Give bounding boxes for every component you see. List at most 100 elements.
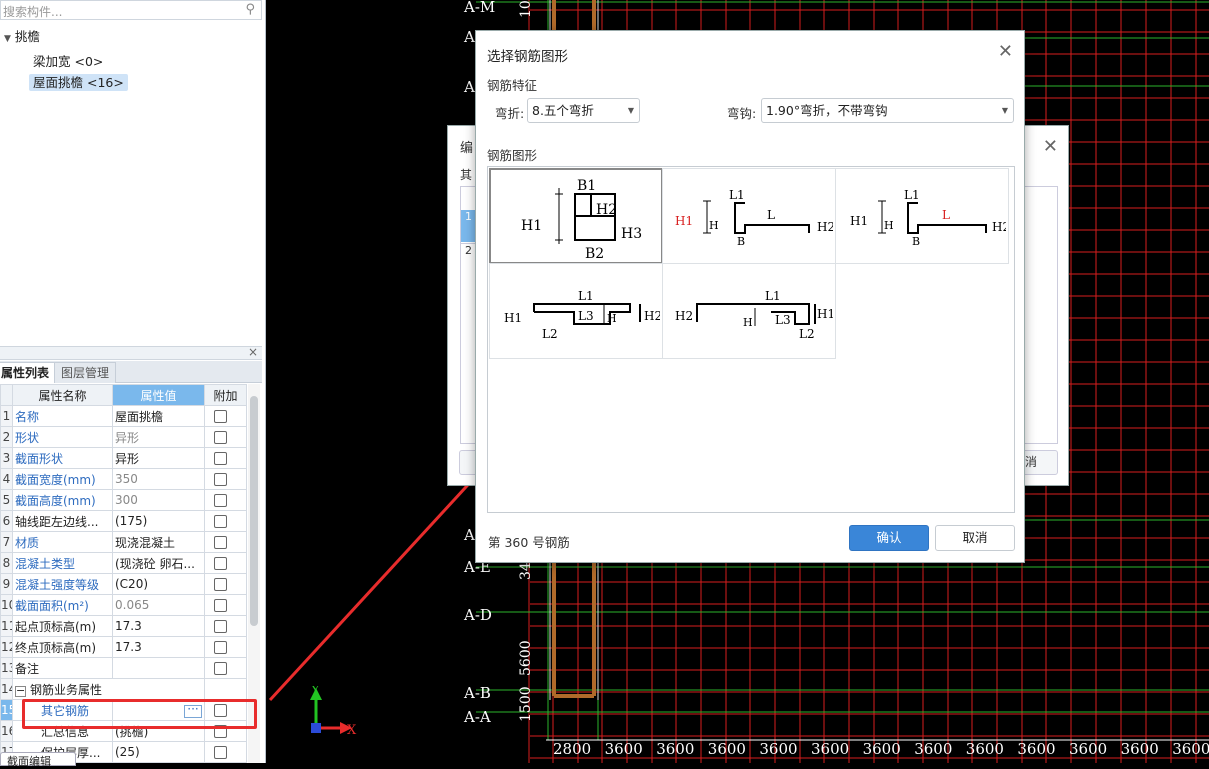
row-num: 7 xyxy=(0,531,13,553)
prop-value[interactable]: 300 xyxy=(112,489,205,511)
bend-select[interactable]: 8.五个弯折 ▼ xyxy=(527,98,640,123)
table-row[interactable]: 14−钢筋业务属性 xyxy=(0,678,247,700)
checkbox[interactable] xyxy=(214,662,227,675)
column-dimension: 3600 xyxy=(708,740,746,758)
prop-value[interactable]: 异形 xyxy=(112,447,205,469)
bend-label: 弯折: xyxy=(495,106,525,121)
table-row[interactable]: 7 材质 现浇混凝土 xyxy=(0,531,247,553)
checkbox[interactable] xyxy=(214,536,227,549)
checkbox[interactable] xyxy=(214,599,227,612)
prop-value[interactable]: 0.065 xyxy=(112,594,205,616)
prop-value[interactable]: 17.3 xyxy=(112,636,205,658)
shape-diagram-1: H1 B1 H2 H3 B2 xyxy=(521,178,642,262)
shape-label: L2 xyxy=(542,327,558,341)
cancel-button[interactable]: 取消 xyxy=(935,525,1015,551)
table-row[interactable]: 8 混凝土类型 (现浇砼 卵石... xyxy=(0,552,247,574)
shape-label: L3 xyxy=(578,309,594,323)
row-num: 16 xyxy=(0,720,13,742)
checkbox[interactable] xyxy=(214,620,227,633)
table-row[interactable]: 13备注 xyxy=(0,657,247,679)
table-row[interactable]: 6 轴线距左边线... (175) xyxy=(0,510,247,532)
checkbox[interactable] xyxy=(214,515,227,528)
prop-value[interactable]: (C20) xyxy=(112,573,205,595)
tab-property-list[interactable]: 属性列表 xyxy=(0,362,57,383)
table-row[interactable]: 2 形状 异形 xyxy=(0,426,247,448)
checkbox[interactable] xyxy=(214,410,227,423)
shape-cell-5[interactable]: H2 L1 H L3 H1 L2 xyxy=(662,263,836,359)
table-row[interactable]: 9 混凝土强度等级 (C20) xyxy=(0,573,247,595)
bg-row-1[interactable]: 1 xyxy=(461,210,475,242)
bottom-tab[interactable]: 截面编辑 xyxy=(0,752,76,768)
prop-value[interactable]: (现浇砼 卵石... xyxy=(112,552,205,574)
prop-value[interactable]: 350 xyxy=(112,468,205,490)
scrollbar-thumb[interactable] xyxy=(250,396,258,626)
shape-cell-3[interactable]: H1 H L1 L B H2 xyxy=(835,168,1010,264)
tree-group-eaves[interactable]: ▼ 挑檐 xyxy=(4,26,40,45)
shape-diagram-5: H2 L1 H L3 H1 L2 xyxy=(675,289,835,341)
prop-value[interactable]: 屋面挑檐 xyxy=(112,405,205,427)
extra-cell xyxy=(204,615,247,637)
prop-value[interactable]: 现浇混凝土 xyxy=(112,531,205,553)
checkbox[interactable] xyxy=(214,557,227,570)
table-row[interactable]: 3 截面形状 异形 xyxy=(0,447,247,469)
prop-name: 终点顶标高(m) xyxy=(12,636,113,658)
row-num: 4 xyxy=(0,468,13,490)
panel-splitter[interactable]: × xyxy=(0,345,262,360)
shape-label: L1 xyxy=(765,289,781,303)
column-dimension: 2800 xyxy=(553,740,591,758)
hook-select[interactable]: 1.90°弯折，不带弯钩 ▼ xyxy=(761,98,1014,123)
shape-label: H1 xyxy=(504,311,522,325)
shape-cell-4[interactable]: H1 L1 L3 H L2 H2 xyxy=(489,263,663,359)
column-dimension: 3600 xyxy=(966,740,1004,758)
row-num: 2 xyxy=(0,426,13,448)
table-row[interactable]: 12终点顶标高(m)17.3 xyxy=(0,636,247,658)
prop-value[interactable]: 17.3 xyxy=(112,615,205,637)
shape-cell-2[interactable]: H1 H L1 L B H2 xyxy=(662,168,836,264)
search-box[interactable]: 搜索构件... ⚲ xyxy=(0,0,262,20)
bg-row-2[interactable]: 2 xyxy=(461,243,475,265)
checkbox[interactable] xyxy=(214,746,227,759)
checkbox[interactable] xyxy=(214,578,227,591)
prop-name: 截面面积(m²) xyxy=(12,594,113,616)
bg-dialog-title: 编 xyxy=(460,141,474,156)
shape-diagram-4: H1 L1 L3 H L2 H2 xyxy=(504,289,662,341)
table-row[interactable]: 1 名称 屋面挑檐 xyxy=(0,405,247,427)
shape-label: H1 xyxy=(817,307,833,321)
checkbox[interactable] xyxy=(214,494,227,507)
collapse-icon[interactable]: − xyxy=(15,685,26,697)
close-icon[interactable]: × xyxy=(248,345,258,359)
checkbox[interactable] xyxy=(214,452,227,465)
prop-value[interactable] xyxy=(112,657,205,679)
checkbox[interactable] xyxy=(214,641,227,654)
prop-value[interactable]: (25) xyxy=(112,741,205,763)
tree-item-roof-eaves[interactable]: 屋面挑檐 <16> xyxy=(29,72,128,91)
prop-value[interactable]: 异形 xyxy=(112,426,205,448)
shape-label: L1 xyxy=(578,289,594,303)
prop-name: 混凝土强度等级 xyxy=(12,573,113,595)
prop-group[interactable]: − 钢筋业务属性 xyxy=(12,678,205,700)
checkbox[interactable] xyxy=(214,473,227,486)
prop-value[interactable]: (175) xyxy=(112,510,205,532)
close-icon[interactable]: ✕ xyxy=(1043,136,1058,157)
row-num: 9 xyxy=(0,573,13,595)
prop-name: 截面宽度(mm) xyxy=(12,468,113,490)
tab-layer-manage[interactable]: 图层管理 xyxy=(54,362,117,383)
table-row[interactable]: 11起点顶标高(m)17.3 xyxy=(0,615,247,637)
caret-down-icon[interactable]: ▼ xyxy=(4,34,11,44)
search-input[interactable]: 搜索构件... xyxy=(3,3,62,20)
checkbox[interactable] xyxy=(214,431,227,444)
table-row[interactable]: 10截面面积(m²)0.065 xyxy=(0,594,247,616)
extra-cell xyxy=(204,636,247,658)
confirm-button[interactable]: 确认 xyxy=(849,525,929,551)
close-icon[interactable]: ✕ xyxy=(998,41,1013,62)
tree-item-beam-widen[interactable]: 梁加宽 <0> xyxy=(33,51,103,70)
search-icon[interactable]: ⚲ xyxy=(245,2,255,17)
table-row[interactable]: 5 截面高度(mm) 300 xyxy=(0,489,247,511)
shape-cell-1[interactable]: H1 B1 H2 H3 B2 xyxy=(489,168,663,264)
column-dimension: 3600 xyxy=(759,740,797,758)
row-num: 6 xyxy=(0,510,13,532)
prop-name: 备注 xyxy=(12,657,113,679)
column-dimension: 3600 xyxy=(1017,740,1055,758)
row-dimension: 5600 xyxy=(518,640,534,676)
table-row[interactable]: 4 截面宽度(mm) 350 xyxy=(0,468,247,490)
